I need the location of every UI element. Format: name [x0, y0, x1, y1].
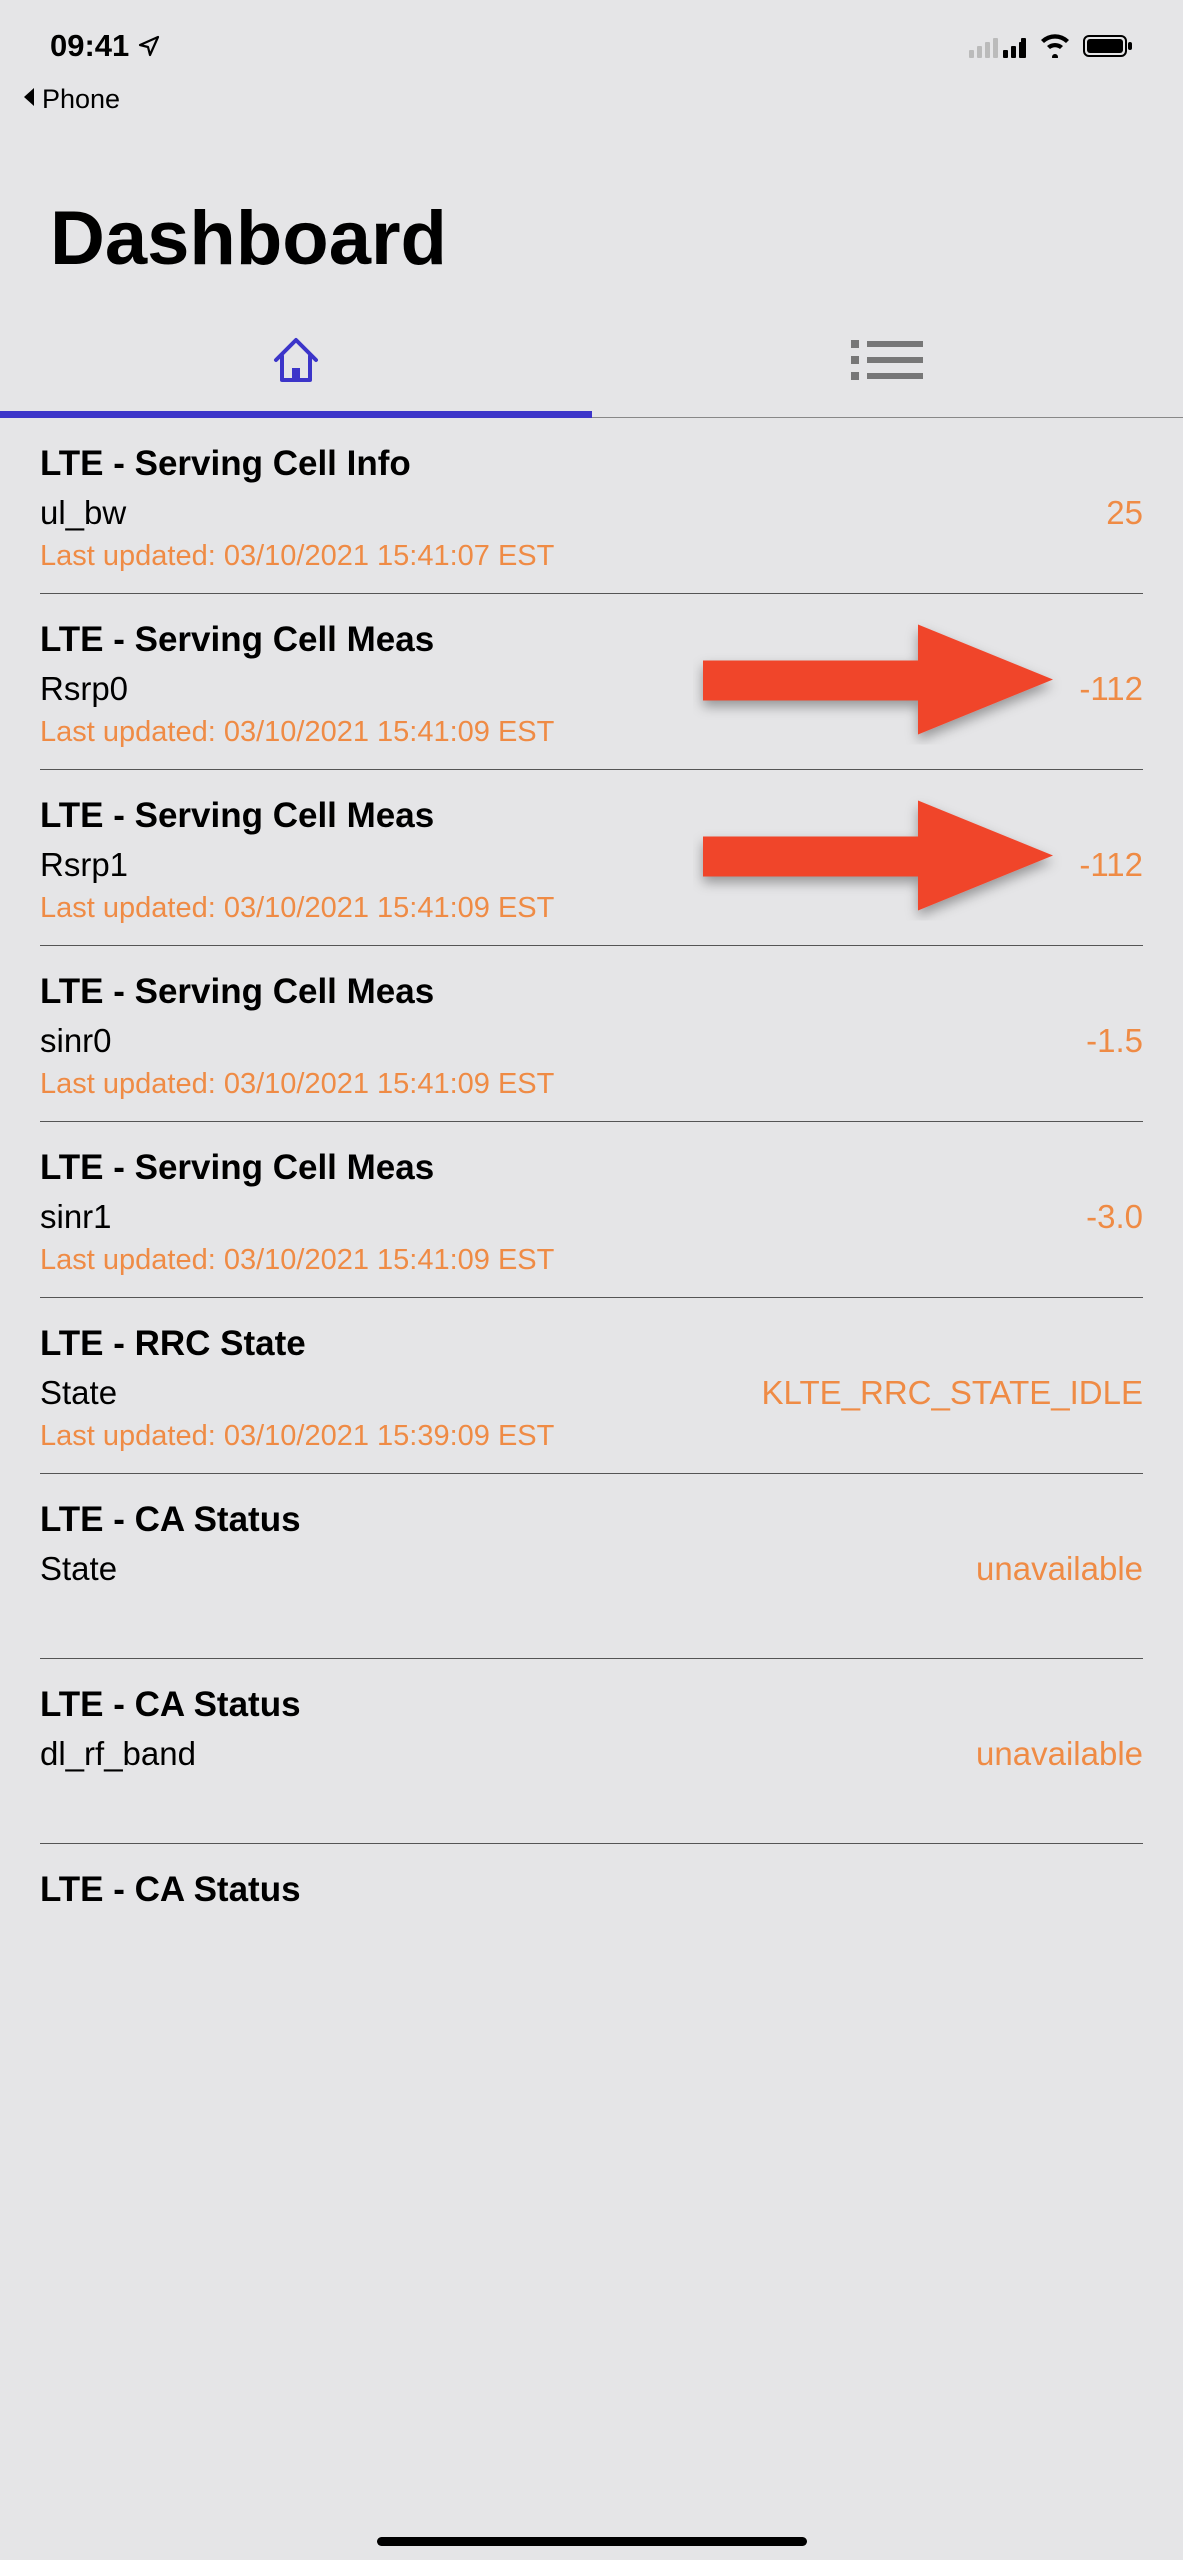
tab-list[interactable] [592, 312, 1183, 417]
item-timestamp: Last updated: 03/10/2021 15:41:09 EST [40, 716, 1143, 749]
metric-list: LTE - Serving Cell Info ul_bw 25 Last updat… [0, 418, 1183, 1982]
item-row: dl_rf_band unavailable [40, 1735, 1143, 1773]
item-value: -1.5 [1086, 1022, 1143, 1060]
item-label: sinr1 [40, 1198, 112, 1236]
list-item[interactable]: LTE - Serving Cell Meas Rsrp1 -112 Last upd… [40, 770, 1143, 946]
item-category: LTE - Serving Cell Meas [40, 972, 1143, 1012]
item-row: sinr0 -1.5 [40, 1022, 1143, 1060]
item-value: -112 [1079, 670, 1143, 708]
item-value: 25 [1106, 494, 1143, 532]
list-icon [851, 336, 923, 389]
item-row: Rsrp1 -112 [40, 846, 1143, 884]
item-label: State [40, 1550, 117, 1588]
signal-icon [969, 34, 1027, 58]
status-bar: 09:41 [0, 0, 1183, 80]
list-item[interactable]: LTE - Serving Cell Info ul_bw 25 Last updat… [40, 418, 1143, 594]
location-icon [137, 34, 161, 58]
item-timestamp: Last updated: 03/10/2021 15:41:09 EST [40, 892, 1143, 925]
item-value: unavailable [976, 1550, 1143, 1588]
item-category: LTE - CA Status [40, 1870, 1143, 1910]
item-category: LTE - Serving Cell Meas [40, 796, 1143, 836]
item-value: KLTE_RRC_STATE_IDLE [762, 1374, 1143, 1412]
status-right [969, 34, 1133, 58]
status-time: 09:41 [50, 28, 129, 64]
home-icon [268, 332, 324, 393]
list-item[interactable]: LTE - Serving Cell Meas sinr0 -1.5 Last upd… [40, 946, 1143, 1122]
item-timestamp: Last updated: 03/10/2021 15:41:07 EST [40, 540, 1143, 573]
item-value: -112 [1079, 846, 1143, 884]
item-category: LTE - CA Status [40, 1500, 1143, 1540]
item-label: Rsrp1 [40, 846, 128, 884]
item-category: LTE - Serving Cell Meas [40, 620, 1143, 660]
page-title: Dashboard [0, 135, 1183, 312]
list-item[interactable]: LTE - Serving Cell Meas Rsrp0 -112 Last upd… [40, 594, 1143, 770]
item-row: ul_bw 25 [40, 494, 1143, 532]
wifi-icon [1039, 34, 1071, 58]
item-timestamp: Last updated: 03/10/2021 15:41:09 EST [40, 1244, 1143, 1277]
item-category: LTE - Serving Cell Info [40, 444, 1143, 484]
home-indicator[interactable] [377, 2537, 807, 2546]
item-row: State KLTE_RRC_STATE_IDLE [40, 1374, 1143, 1412]
back-label: Phone [42, 84, 120, 115]
item-row: State unavailable [40, 1550, 1143, 1588]
item-row: Rsrp0 -112 [40, 670, 1143, 708]
item-category: LTE - Serving Cell Meas [40, 1148, 1143, 1188]
item-value: unavailable [976, 1735, 1143, 1773]
item-category: LTE - RRC State [40, 1324, 1143, 1364]
status-left: 09:41 [50, 28, 161, 64]
tab-home[interactable] [0, 312, 592, 417]
item-label: State [40, 1374, 117, 1412]
back-to-app[interactable]: Phone [0, 80, 1183, 135]
item-timestamp: Last updated: 03/10/2021 15:41:09 EST [40, 1068, 1143, 1101]
item-row: sinr1 -3.0 [40, 1198, 1143, 1236]
list-item[interactable]: LTE - CA Status [40, 1844, 1143, 1982]
item-label: ul_bw [40, 494, 126, 532]
list-item[interactable]: LTE - CA Status State unavailable [40, 1474, 1143, 1659]
list-item[interactable]: LTE - CA Status dl_rf_band unavailable [40, 1659, 1143, 1844]
item-timestamp: Last updated: 03/10/2021 15:39:09 EST [40, 1420, 1143, 1453]
item-value: -3.0 [1086, 1198, 1143, 1236]
item-label: sinr0 [40, 1022, 112, 1060]
tabs [0, 312, 1183, 418]
list-item[interactable]: LTE - RRC State State KLTE_RRC_STATE_IDLE L… [40, 1298, 1143, 1474]
item-label: dl_rf_band [40, 1735, 196, 1773]
item-category: LTE - CA Status [40, 1685, 1143, 1725]
list-item[interactable]: LTE - Serving Cell Meas sinr1 -3.0 Last upd… [40, 1122, 1143, 1298]
back-chevron-icon [20, 84, 38, 115]
item-label: Rsrp0 [40, 670, 128, 708]
battery-icon [1083, 34, 1133, 58]
